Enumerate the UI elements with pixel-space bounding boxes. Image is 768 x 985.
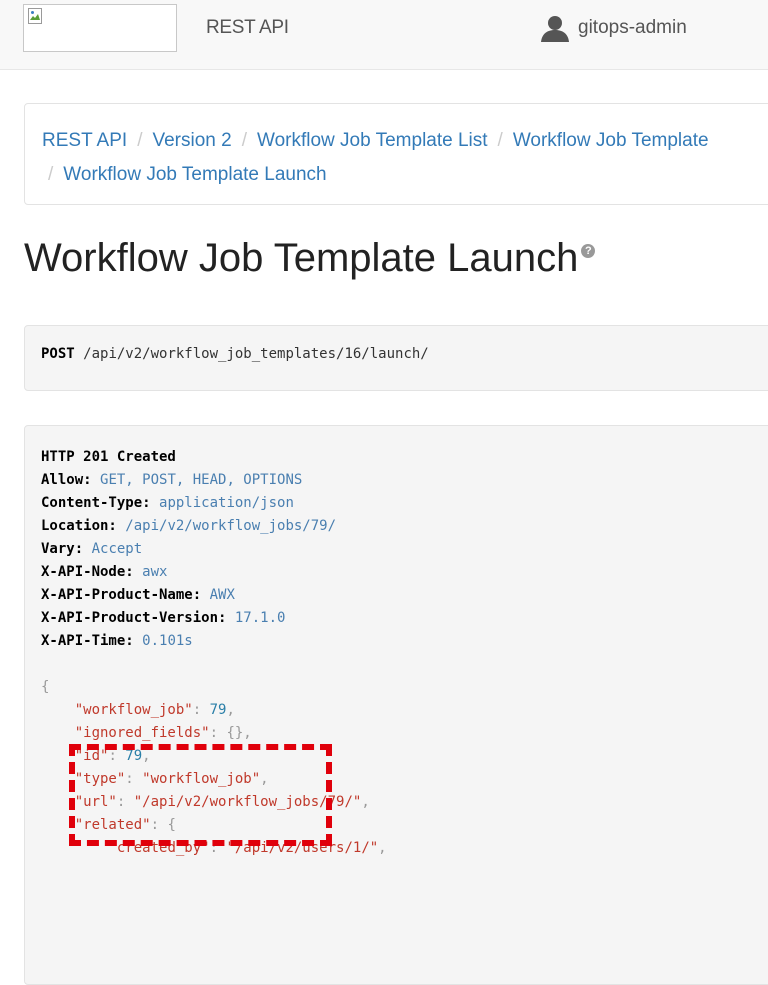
brand-link[interactable]: REST API [206, 17, 289, 39]
header-value[interactable]: /api/v2/workflow_jobs/79/ [125, 518, 336, 534]
breadcrumb-workflow-job-template-list[interactable]: Workflow Job Template List [257, 130, 488, 151]
header-value: GET, POST, HEAD, OPTIONS [100, 472, 303, 488]
breadcrumb-workflow-job-template-launch[interactable]: Workflow Job Template Launch [63, 164, 326, 185]
response-header-line: X-API-Product-Version: 17.1.0 [41, 607, 768, 630]
json-field-line: "ignored_fields": {}, [41, 722, 768, 745]
highlight-annotation [69, 744, 332, 846]
response-content: HTTP 201 Created Allow: GET, POST, HEAD,… [24, 425, 768, 985]
json-trailing-comma: , [243, 725, 252, 741]
user-menu[interactable]: gitops-admin [540, 14, 687, 42]
json-trailing-comma: , [361, 794, 370, 810]
header-value: Accept [91, 541, 143, 557]
header-name: X-API-Node: [41, 564, 134, 580]
response-header-line: Location: /api/v2/workflow_jobs/79/ [41, 515, 768, 538]
page-title: Workflow Job Template Launch? [24, 236, 596, 281]
header-name: X-API-Time: [41, 633, 134, 649]
username-label: gitops-admin [578, 17, 687, 38]
json-value: {} [226, 725, 244, 741]
breadcrumb-separator: / [137, 130, 143, 151]
broken-image-icon [28, 8, 42, 24]
breadcrumb: REST API / Version 2 / Workflow Job Template… [24, 103, 768, 205]
breadcrumb-rest-api[interactable]: REST API [42, 130, 127, 151]
json-open-brace: { [41, 679, 50, 695]
request-path: /api/v2/workflow_job_templates/16/launch… [83, 346, 429, 362]
response-header-line: X-API-Time: 0.101s [41, 630, 768, 653]
response-header-line: Allow: GET, POST, HEAD, OPTIONS [41, 469, 768, 492]
json-value: 79 [209, 702, 227, 718]
json-colon: : [192, 702, 210, 718]
header-name: Content-Type: [41, 495, 151, 511]
request-method: POST [41, 346, 75, 362]
response-headers: Allow: GET, POST, HEAD, OPTIONS Content-T… [41, 469, 768, 653]
json-field-line: "workflow_job": 79, [41, 699, 768, 722]
header-value: 17.1.0 [234, 610, 286, 626]
brand-logo[interactable] [23, 4, 177, 52]
request-info: POST /api/v2/workflow_job_templates/16/l… [24, 325, 768, 391]
json-trailing-comma: , [226, 702, 235, 718]
breadcrumb-version-2[interactable]: Version 2 [152, 130, 231, 151]
header-name: Allow: [41, 472, 92, 488]
header-value: awx [142, 564, 168, 580]
breadcrumb-separator: / [497, 130, 503, 151]
response-header-line: X-API-Node: awx [41, 561, 768, 584]
help-icon[interactable]: ? [581, 244, 596, 258]
json-key: "workflow_job" [74, 702, 193, 718]
top-navbar: REST API gitops-admin [0, 0, 768, 70]
json-colon: : [209, 725, 227, 741]
json-trailing-comma: , [378, 840, 387, 856]
header-name: X-API-Product-Name: [41, 587, 202, 603]
json-key: "ignored_fields" [74, 725, 210, 741]
response-header-line: Content-Type: application/json [41, 492, 768, 515]
header-value: 0.101s [142, 633, 193, 649]
user-icon [541, 16, 569, 42]
response-header-line: X-API-Product-Name: AWX [41, 584, 768, 607]
response-header-line: Vary: Accept [41, 538, 768, 561]
page-title-text: Workflow Job Template Launch [24, 236, 579, 280]
header-value: application/json [159, 495, 294, 511]
header-name: Vary: [41, 541, 84, 557]
response-status: HTTP 201 Created [41, 449, 176, 465]
breadcrumb-separator: / [48, 164, 54, 185]
breadcrumb-separator: / [241, 130, 247, 151]
breadcrumb-workflow-job-template[interactable]: Workflow Job Template [513, 130, 709, 151]
header-name: X-API-Product-Version: [41, 610, 227, 626]
header-value: AWX [209, 587, 235, 603]
header-name: Location: [41, 518, 117, 534]
